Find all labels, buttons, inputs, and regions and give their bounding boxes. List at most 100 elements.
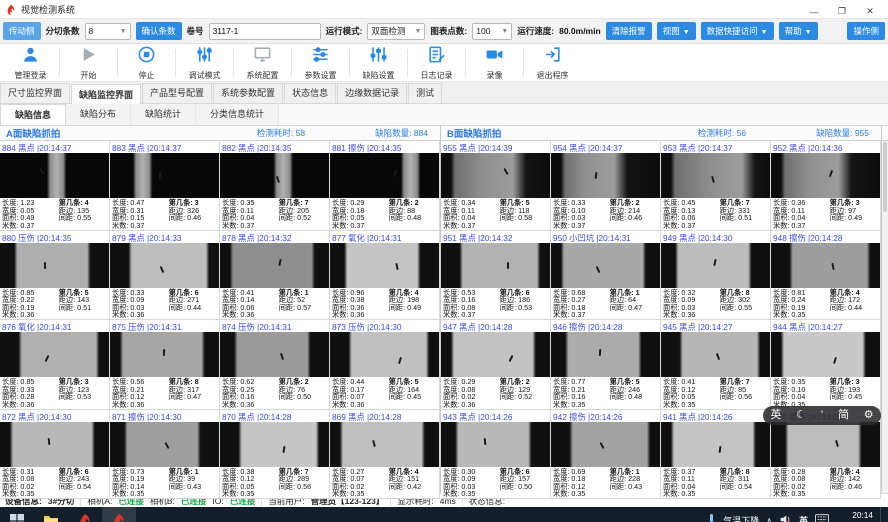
defect-cell[interactable]: 871 擦伤 |20:14:30长度: 0.73宽度: 0.19面积: 0.14… [110, 410, 220, 499]
app-instance-1-button[interactable] [68, 507, 102, 522]
toolbar-button-equalizer[interactable]: 缺陷设置 [350, 45, 407, 81]
defect-cell[interactable]: 945 黑点 |20:14:27长度: 0.41宽度: 0.12面积: 0.05… [661, 320, 771, 409]
defect-thumbnail-image[interactable] [551, 422, 660, 467]
defect-cell[interactable]: 954 黑点 |20:14:37长度: 0.33宽度: 0.10面积: 0.03… [551, 141, 661, 230]
toolbar-button-monitor[interactable]: 系统配置 [234, 45, 291, 81]
input-language-indicator[interactable]: 英 [799, 514, 808, 522]
close-button[interactable]: ✕ [856, 5, 884, 18]
defect-cell[interactable]: 944 黑点 |20:14:27长度: 0.35宽度: 0.10面积: 0.04… [771, 320, 881, 409]
toolbar-button-user[interactable]: 管理登录 [2, 45, 59, 81]
defect-thumbnail-image[interactable] [551, 243, 660, 288]
defect-thumbnail-image[interactable] [771, 422, 880, 467]
defect-cell[interactable]: 943 黑点 |20:14:26长度: 0.30宽度: 0.09面积: 0.03… [441, 410, 551, 499]
defect-cell[interactable]: 883 黑点 |20:14:37长度: 0.47宽度: 0.31面积: 0.15… [110, 141, 220, 230]
toolbar-button-play[interactable]: 开始 [60, 45, 117, 81]
defect-thumbnail-image[interactable] [0, 422, 109, 467]
defect-thumbnail-image[interactable] [661, 243, 770, 288]
toolbar-button-camera[interactable]: 录像 [466, 45, 523, 81]
maximize-button[interactable]: ❐ [828, 5, 856, 18]
defect-cell[interactable]: 873 压伤 |20:14:30长度: 0.44宽度: 0.17面积: 0.07… [330, 320, 440, 409]
sub-tab[interactable]: 分类信息统计 [196, 104, 279, 125]
clear-alarm-button[interactable]: 清除报警 [606, 22, 652, 40]
scrollbar-thumb[interactable] [883, 142, 887, 212]
defect-cell[interactable]: 880 压伤 |20:14:35长度: 0.85宽度: 0.22面积: 0.19… [0, 231, 110, 320]
app-instance-2-button[interactable] [102, 507, 136, 522]
defect-thumbnail-image[interactable] [661, 153, 770, 198]
toolbar-button-sliders[interactable]: 参数设置 [292, 45, 349, 81]
minimize-button[interactable]: — [800, 5, 828, 18]
defect-cell[interactable]: 949 黑点 |20:14:30长度: 0.32宽度: 0.09面积: 0.03… [661, 231, 771, 320]
defect-thumbnail-image[interactable] [441, 153, 550, 198]
defect-thumbnail-image[interactable] [441, 422, 550, 467]
defect-cell[interactable]: 879 黑点 |20:14:33长度: 0.33宽度: 0.09面积: 0.03… [110, 231, 220, 320]
toolbar-button-exit[interactable]: 退出程序 [524, 45, 581, 81]
main-tab[interactable]: 尺寸监控界面 [0, 83, 70, 103]
defect-cell[interactable]: 876 氧化 |20:14:31长度: 0.85宽度: 0.33面积: 0.28… [0, 320, 110, 409]
defect-thumbnail-image[interactable] [330, 332, 439, 377]
defect-cell[interactable]: 877 氧化 |20:14:31长度: 0.96宽度: 0.38面积: 0.36… [330, 231, 440, 320]
defect-thumbnail-image[interactable] [771, 243, 880, 288]
defect-thumbnail-image[interactable] [220, 243, 329, 288]
defect-cell[interactable]: 953 黑点 |20:14:37长度: 0.45宽度: 0.13面积: 0.06… [661, 141, 771, 230]
defect-thumbnail-image[interactable] [441, 332, 550, 377]
defect-thumbnail-image[interactable] [551, 332, 660, 377]
defect-thumbnail-image[interactable] [661, 422, 770, 467]
main-tab[interactable]: 缺陷监控界面 [71, 84, 141, 104]
defect-thumbnail-image[interactable] [661, 332, 770, 377]
speaker-icon[interactable] [779, 513, 792, 522]
defect-thumbnail-image[interactable] [551, 153, 660, 198]
toolbar-button-tune[interactable]: 调试模式 [176, 45, 233, 81]
help-menu-button[interactable]: 帮助▼ [779, 22, 818, 40]
defect-cell[interactable]: 952 黑点 |20:14:36长度: 0.36宽度: 0.11面积: 0.04… [771, 141, 881, 230]
defect-cell[interactable]: 869 黑点 |20:14:28长度: 0.27宽度: 0.07面积: 0.02… [330, 410, 440, 499]
defect-thumbnail-image[interactable] [0, 153, 109, 198]
start-button[interactable] [0, 507, 34, 522]
main-tab[interactable]: 产品型号配置 [142, 83, 212, 103]
defect-thumbnail-image[interactable] [220, 422, 329, 467]
gear-icon[interactable]: ⚙ [864, 410, 874, 421]
defect-thumbnail-image[interactable] [110, 332, 219, 377]
defect-cell[interactable]: 947 黑点 |20:14:28长度: 0.29宽度: 0.08面积: 0.02… [441, 320, 551, 409]
defect-cell[interactable]: 955 黑点 |20:14:39长度: 0.34宽度: 0.11面积: 0.04… [441, 141, 551, 230]
tray-expand-chevron[interactable]: ∧ [766, 516, 772, 522]
operator-side-button[interactable]: 操作侧 [847, 22, 885, 40]
ime-apostrophe[interactable]: ’ [821, 410, 823, 421]
touch-keyboard-icon[interactable] [815, 514, 829, 522]
defect-thumbnail-image[interactable] [330, 243, 439, 288]
weather-text[interactable]: 气温下降 [723, 514, 759, 522]
sub-tab[interactable]: 缺陷分布 [66, 104, 131, 125]
main-tab[interactable]: 状态信息 [284, 83, 336, 103]
defect-thumbnail-image[interactable] [110, 422, 219, 467]
file-explorer-button[interactable] [34, 507, 68, 522]
defect-cell[interactable]: 941 黑点 |20:14:26长度: 0.37宽度: 0.11面积: 0.04… [661, 410, 771, 499]
ime-english-toggle[interactable]: 英 [770, 410, 781, 421]
defect-cell[interactable]: 882 黑点 |20:14:35长度: 0.35宽度: 0.11面积: 0.04… [220, 141, 330, 230]
defect-cell[interactable]: 872 黑点 |20:14:30长度: 0.31宽度: 0.08面积: 0.02… [0, 410, 110, 499]
defect-thumbnail-image[interactable] [220, 332, 329, 377]
defect-cell[interactable]: 946 擦伤 |20:14:28长度: 0.77宽度: 0.21面积: 0.16… [551, 320, 661, 409]
defect-thumbnail-image[interactable] [771, 332, 880, 377]
clock[interactable]: 20:14 2025/2/10 [836, 511, 873, 522]
defect-thumbnail-image[interactable] [110, 243, 219, 288]
defect-thumbnail-image[interactable] [220, 153, 329, 198]
defect-thumbnail-image[interactable] [330, 422, 439, 467]
chart-points-select[interactable]: 100▼ [472, 23, 512, 40]
view-menu-button[interactable]: 视图▼ [657, 22, 696, 40]
ime-simplified-toggle[interactable]: 简 [838, 410, 849, 421]
main-tab[interactable]: 边缘数据记录 [337, 83, 407, 103]
roll-no-input[interactable] [209, 23, 321, 40]
data-quick-access-menu-button[interactable]: 数据快捷访问▼ [701, 22, 774, 40]
defect-cell[interactable]: 884 黑点 |20:14:37长度: 1.23宽度: 0.05面积: 0.49… [0, 141, 110, 230]
main-tab[interactable]: 系统参数配置 [213, 83, 283, 103]
show-desktop-button[interactable] [880, 507, 885, 522]
run-mode-select[interactable]: 双面检测▼ [367, 23, 425, 40]
defect-cell[interactable]: 951 黑点 |20:14:32长度: 0.53宽度: 0.16面积: 0.08… [441, 231, 551, 320]
defect-thumbnail-image[interactable] [330, 153, 439, 198]
main-tab[interactable]: 测试 [408, 83, 442, 103]
defect-thumbnail-image[interactable] [441, 243, 550, 288]
defect-cell[interactable]: 870 黑点 |20:14:28长度: 0.38宽度: 0.12面积: 0.05… [220, 410, 330, 499]
drive-side-button[interactable]: 传动侧 [3, 22, 41, 40]
defect-thumbnail-image[interactable] [110, 153, 219, 198]
defect-cell[interactable]: 881 擦伤 |20:14:35长度: 0.29宽度: 0.18面积: 0.05… [330, 141, 440, 230]
defect-cell[interactable]: 950 小凹坑 |20:14:31长度: 0.68宽度: 0.27面积: 0.1… [551, 231, 661, 320]
